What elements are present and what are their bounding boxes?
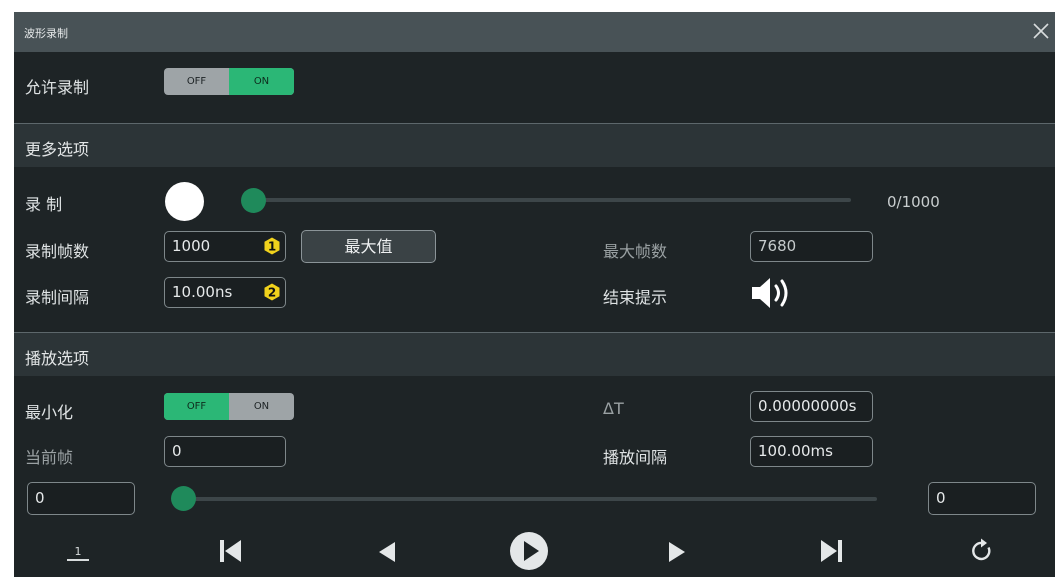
minimize-label: 最小化 bbox=[25, 403, 74, 422]
minimize-on-option[interactable]: ON bbox=[229, 393, 294, 420]
record-interval-label: 录制间隔 bbox=[25, 288, 90, 307]
toggle-on-option[interactable]: ON bbox=[229, 68, 294, 95]
more-options-title: 更多选项 bbox=[25, 140, 90, 159]
max-frames-field: 7680 bbox=[750, 231, 873, 262]
title-bar: 波形录制 bbox=[14, 12, 1055, 52]
max-frames-label: 最大帧数 bbox=[603, 242, 668, 261]
delta-t-value: 0.00000000s bbox=[758, 397, 857, 415]
minimize-off-option[interactable]: OFF bbox=[164, 393, 229, 420]
record-progress-counter: 0/1000 bbox=[887, 193, 940, 211]
svg-text:1: 1 bbox=[75, 545, 82, 558]
knob-1-badge-icon: 1 bbox=[264, 237, 280, 255]
svg-text:1: 1 bbox=[268, 240, 276, 254]
skip-to-end-icon[interactable] bbox=[819, 538, 845, 564]
range-end-input[interactable]: 0 bbox=[928, 482, 1036, 515]
svg-text:2: 2 bbox=[268, 286, 276, 300]
record-button[interactable] bbox=[165, 182, 204, 221]
minimize-toggle[interactable]: OFF ON bbox=[164, 393, 294, 420]
range-start-input[interactable]: 0 bbox=[27, 482, 135, 515]
enable-record-toggle[interactable]: OFF ON bbox=[164, 68, 294, 95]
delta-t-label: ΔT bbox=[603, 399, 624, 418]
record-frames-value: 1000 bbox=[172, 237, 211, 255]
playback-range-thumb[interactable] bbox=[171, 486, 196, 511]
more-options-header: 更多选项 bbox=[14, 123, 1055, 167]
toggle-off-option[interactable]: OFF bbox=[164, 68, 229, 95]
knob-2-badge-icon: 2 bbox=[264, 283, 280, 301]
record-progress-thumb[interactable] bbox=[241, 188, 266, 213]
end-prompt-label: 结束提示 bbox=[603, 288, 668, 307]
next-frame-icon[interactable] bbox=[665, 540, 689, 564]
current-frame-input[interactable]: 0 bbox=[164, 436, 286, 467]
previous-frame-icon[interactable] bbox=[375, 540, 399, 564]
record-frames-label: 录制帧数 bbox=[25, 242, 90, 261]
play-interval-label: 播放间隔 bbox=[603, 448, 668, 467]
play-interval-value: 100.00ms bbox=[758, 442, 833, 460]
record-label: 录 制 bbox=[25, 195, 63, 214]
waveform-record-dialog: 波形录制 允许录制 OFF ON 更多选项 录 制 0/1000 录制帧数 10… bbox=[14, 12, 1055, 577]
play-interval-input[interactable]: 100.00ms bbox=[750, 436, 873, 467]
speaker-icon[interactable] bbox=[749, 276, 797, 310]
max-value-button[interactable]: 最大值 bbox=[301, 230, 436, 263]
step-mode-icon[interactable]: 1 bbox=[65, 539, 91, 563]
range-end-value: 0 bbox=[936, 489, 946, 507]
repeat-icon[interactable] bbox=[968, 537, 996, 565]
record-progress-track[interactable] bbox=[254, 198, 851, 202]
dialog-title: 波形录制 bbox=[24, 27, 68, 40]
playback-options-title: 播放选项 bbox=[25, 349, 90, 368]
close-icon[interactable] bbox=[1029, 18, 1053, 44]
range-start-value: 0 bbox=[35, 489, 45, 507]
enable-record-label: 允许录制 bbox=[25, 78, 90, 97]
delta-t-field: 0.00000000s bbox=[750, 391, 873, 422]
skip-to-start-icon[interactable] bbox=[217, 538, 243, 564]
max-frames-value: 7680 bbox=[758, 237, 797, 255]
current-frame-value: 0 bbox=[172, 442, 182, 460]
play-icon[interactable] bbox=[509, 531, 549, 571]
current-frame-label: 当前帧 bbox=[25, 448, 74, 467]
playback-options-header: 播放选项 bbox=[14, 332, 1055, 376]
playback-range-track[interactable] bbox=[184, 497, 877, 501]
record-interval-value: 10.00ns bbox=[172, 283, 233, 301]
